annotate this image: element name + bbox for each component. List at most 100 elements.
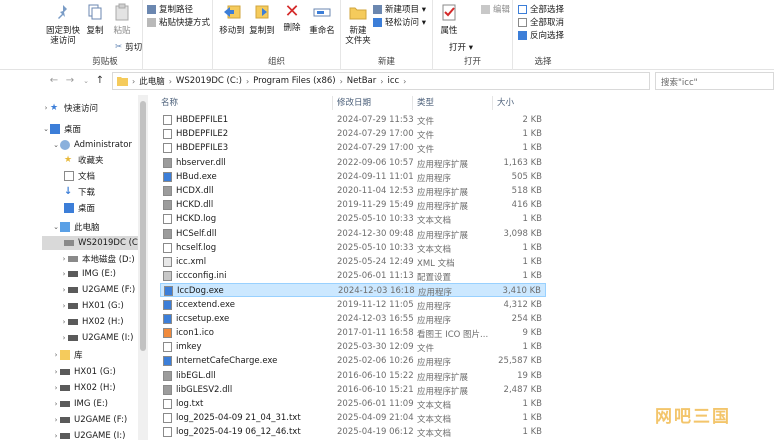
file-row[interactable]: HCKD.log 2025-05-10 10:33 文本文档 1 KB [160,212,546,226]
file-row[interactable]: iccsetup.exe 2024-12-03 16:55 应用程序 254 KB [160,312,546,326]
new-item-button[interactable]: 新建项目 ▾ [373,3,426,15]
file-type: 应用程序扩展 [417,372,469,383]
chevron-right-icon: › [54,368,58,376]
forward-button[interactable]: → [64,74,76,88]
breadcrumb-program-files[interactable]: Program Files (x86) [253,76,335,86]
file-row[interactable]: HCKD.dll 2019-11-29 15:49 应用程序扩展 416 KB [160,198,546,212]
scissors-icon: ✂ [115,42,123,52]
address-bar-row: ← → ⌄ ↑ › 此电脑 › WS2019DC (C:) › Program … [0,70,774,92]
copy-button[interactable]: 复制 [84,3,106,36]
breadcrumb-drive-c[interactable]: WS2019DC (C:) [176,76,242,86]
nav-item-quick-access[interactable]: › ★ 快速访问 [42,101,138,115]
nav-item-administrator[interactable]: ⌄ Administrator [42,138,138,152]
file-name: imkey [176,342,202,353]
nav-item-desktop-sub[interactable]: 桌面 [42,201,138,215]
file-row[interactable]: iccextend.exe 2019-11-12 11:05 应用程序 4,312 K… [160,298,546,312]
nav-item-img[interactable]: › IMG (E:) [42,397,138,411]
file-row[interactable]: libEGL.dll 2016-06-10 15:22 应用程序扩展 19 KB [160,369,546,383]
edit-icon [481,4,490,14]
file-row[interactable]: icc.xml 2025-05-24 12:49 XML 文档 1 KB [160,255,546,269]
nav-item-drive-h[interactable]: › HX02 (H:) [42,315,138,329]
nav-item-drive-d[interactable]: › 本地磁盘 (D:) [42,252,138,266]
file-row[interactable]: iccconfig.ini 2025-06-01 11:13 配置设置 1 KB [160,269,546,283]
file-row[interactable]: imkey 2025-03-30 12:09 文件 1 KB [160,340,546,354]
up-button[interactable]: ↑ [94,74,106,88]
column-divider[interactable] [332,96,333,110]
recent-locations-button[interactable]: ⌄ [80,74,92,88]
file-row[interactable]: InternetCafeCharge.exe 2025-02-06 10:26 应用… [160,354,546,368]
nav-item-this-pc[interactable]: ⌄ 此电脑 [42,220,138,234]
file-row[interactable]: hbserver.dll 2022-09-06 10:57 应用程序扩展 1,163 … [160,156,546,170]
drive-icon [68,319,78,325]
select-group-label: 选择 [534,57,552,67]
copy-path-button[interactable]: 复制路径 [147,3,193,15]
easy-access-button[interactable]: 轻松访问 ▾ [373,16,426,28]
file-row[interactable]: icon1.ico 2017-01-11 16:58 看图王 ICO 图片... 9 … [160,326,546,340]
file-row[interactable]: HBDEPFILE1 2024-07-29 11:53 文件 2 KB [160,113,546,127]
cut-button[interactable]: ✂ 剪切 [115,41,142,53]
text-file-icon [163,242,172,253]
nav-item-desktop[interactable]: ⌄ 桌面 [42,122,138,136]
file-row[interactable]: log_2025-04-09 21_04_31.txt 2025-04-09 21… [160,411,546,425]
breadcrumb-this-pc[interactable]: 此电脑 [139,75,165,87]
rename-button[interactable]: 重命名 [307,3,337,36]
column-header-type[interactable]: 类型 [417,96,434,110]
file-row[interactable]: HBDEPFILE2 2024-07-29 17:00 文件 1 KB [160,127,546,141]
nav-item-hx02[interactable]: › HX02 (H:) [42,381,138,395]
nav-item-label: 下载 [78,188,96,198]
select-none-button[interactable]: 全部取消 [518,16,564,28]
file-row[interactable]: log_2025-04-19 06_12_46.txt 2025-04-19 06… [160,425,546,439]
file-row[interactable]: HBud.exe 2024-09-11 11:01 应用程序 505 KB [160,170,546,184]
file-row[interactable]: HCSelf.dll 2024-12-30 09:48 应用程序扩展 3,098 KB [160,227,546,241]
nav-item-drive-g[interactable]: › HX01 (G:) [42,299,138,313]
delete-button[interactable]: ✕ 删除 [281,3,303,34]
file-row[interactable]: HBDEPFILE3 2024-07-29 17:00 文件 1 KB [160,141,546,155]
nav-item-drive-e[interactable]: › IMG (E:) [42,267,138,281]
nav-item-favorites[interactable]: ★ 收藏夹 [42,153,138,167]
file-row[interactable]: hcself.log 2025-05-10 10:33 文本文档 1 KB [160,241,546,255]
nav-scrollbar-thumb[interactable] [140,101,146,351]
file-icon [163,115,172,125]
address-box[interactable]: › 此电脑 › WS2019DC (C:) › Program Files (x… [112,72,650,90]
paste-button[interactable]: 粘贴 [110,3,134,36]
file-row[interactable]: HCDX.dll 2020-11-04 12:53 应用程序扩展 518 KB [160,184,546,198]
breadcrumb-netbar[interactable]: NetBar [347,76,376,86]
nav-item-library[interactable]: › 库 [42,348,138,362]
dll-icon [163,200,172,211]
select-all-button[interactable]: 全部选择 [518,3,564,15]
move-to-button[interactable]: 移动到 [217,3,247,36]
nav-scrollbar[interactable] [138,95,148,440]
nav-item-drive-c[interactable]: WS2019DC (C [42,236,138,250]
back-button[interactable]: ← [48,74,60,88]
file-row[interactable]: IccDog.exe 2024-12-03 16:18 应用程序 3,410 KB [160,283,546,298]
edit-button[interactable]: 编辑 [481,3,510,15]
column-header-name[interactable]: 名称 [161,96,178,110]
nav-item-downloads[interactable]: ↓ 下载 [42,185,138,199]
column-divider[interactable] [492,96,493,110]
desktop-icon [64,203,74,213]
paste-shortcut-button[interactable]: 粘贴快捷方式 [147,16,210,28]
pin-quick-access-button[interactable]: 固定到快 速访问 [46,3,80,46]
file-size: 9 KB [522,328,542,338]
file-name: hcself.log [176,242,217,253]
breadcrumb-icc[interactable]: icc [387,76,399,86]
nav-item-documents[interactable]: 文档 [42,169,138,183]
open-button[interactable]: 打开 ▾ [449,41,473,53]
exe-icon [163,299,172,310]
copy-to-button[interactable]: 复制到 [247,3,277,36]
column-divider[interactable] [412,96,413,110]
file-date: 2024-07-29 11:53 [337,115,414,125]
file-row[interactable]: libGLESV2.dll 2016-06-10 15:21 应用程序扩展 2,487… [160,383,546,397]
nav-item-drive-i[interactable]: › U2GAME (I:) [42,331,138,345]
nav-item-hx01[interactable]: › HX01 (G:) [42,365,138,379]
nav-item-drive-f[interactable]: › U2GAME (F:) [42,283,138,297]
new-folder-button[interactable]: 新建 文件夹 [343,3,373,46]
column-header-date[interactable]: 修改日期 [337,96,371,110]
nav-item-u2game-f[interactable]: › U2GAME (F:) [42,413,138,427]
properties-button[interactable]: 属性 [437,3,461,36]
invert-selection-button[interactable]: 反向选择 [518,29,564,41]
search-input[interactable]: 搜索"icc" [655,72,774,90]
column-header-size[interactable]: 大小 [497,96,514,110]
nav-item-u2game-i[interactable]: › U2GAME (I:) [42,429,138,440]
file-row[interactable]: log.txt 2025-06-01 11:09 文本文档 1 KB [160,397,546,411]
